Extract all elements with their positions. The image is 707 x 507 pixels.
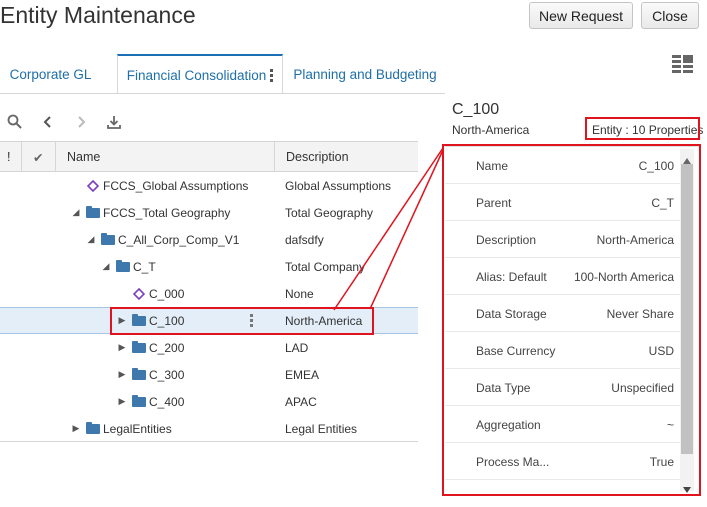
tab-corporate-gl[interactable]: Corporate GL <box>0 54 101 94</box>
row-name: C_000 <box>149 286 185 301</box>
folder-icon <box>132 367 146 380</box>
flag-column-header[interactable]: ! <box>7 142 10 172</box>
collapsed-triangle-icon[interactable]: ▶ <box>117 369 127 380</box>
annotation-connector-lines <box>333 147 444 311</box>
member-diamond-icon <box>132 287 146 300</box>
download-icon[interactable] <box>103 110 125 134</box>
tabs-divider <box>0 93 445 94</box>
selected-entity-description: North-America <box>452 123 530 137</box>
tree-row[interactable]: ▶ C_300 EMEA <box>0 361 418 388</box>
page-title: Entity Maintenance <box>0 2 196 28</box>
annotation-box-properties-panel <box>442 144 701 496</box>
row-name: C_T <box>133 259 156 274</box>
row-description: EMEA <box>285 367 320 382</box>
column-divider <box>274 142 275 172</box>
row-name: C_200 <box>149 340 185 355</box>
column-divider <box>21 142 22 172</box>
row-description: Legal Entities <box>285 421 358 436</box>
row-name: C_All_Corp_Comp_V1 <box>118 232 240 247</box>
tab-menu-icon[interactable] <box>270 68 274 82</box>
selected-entity-name: C_100 <box>452 101 500 118</box>
tab-label: Planning and Budgeting <box>293 66 437 82</box>
row-description: APAC <box>285 394 317 409</box>
tree-row[interactable]: ▶ C_200 LAD <box>0 334 418 361</box>
collapsed-triangle-icon[interactable]: ▶ <box>71 423 81 434</box>
folder-icon <box>101 232 115 245</box>
row-description: LAD <box>285 340 309 355</box>
tree-row[interactable]: ▶ C_400 APAC <box>0 388 418 415</box>
row-name: C_400 <box>149 394 185 409</box>
folder-icon <box>132 340 146 353</box>
close-button[interactable]: Close <box>641 2 699 29</box>
tab-financial-consolidation[interactable]: Financial Consolidation <box>117 54 283 94</box>
folder-icon <box>86 421 100 434</box>
folder-icon <box>116 259 130 272</box>
expanded-triangle-icon[interactable]: ◢ <box>71 207 81 218</box>
search-icon[interactable] <box>4 110 26 134</box>
back-icon[interactable] <box>37 110 59 134</box>
tab-planning-and-budgeting[interactable]: Planning and Budgeting <box>287 54 443 94</box>
row-name: FCCS_Global Assumptions <box>103 178 249 193</box>
check-column-header[interactable]: ✔ <box>33 142 43 172</box>
expanded-triangle-icon[interactable]: ◢ <box>101 261 111 272</box>
column-divider <box>55 142 56 172</box>
grid-bottom-border <box>0 441 418 442</box>
row-name: FCCS_Total Geography <box>103 205 231 220</box>
folder-icon <box>132 394 146 407</box>
name-column-header[interactable]: Name <box>67 142 100 172</box>
row-name: LegalEntities <box>103 421 172 436</box>
tab-label: Corporate GL <box>9 66 92 82</box>
folder-icon <box>86 205 100 218</box>
row-name: C_300 <box>149 367 185 382</box>
new-request-button[interactable]: New Request <box>529 2 633 29</box>
collapsed-triangle-icon[interactable]: ▶ <box>117 342 127 353</box>
collapsed-triangle-icon[interactable]: ▶ <box>117 396 127 407</box>
row-description: dafsdfy <box>285 232 324 247</box>
expanded-triangle-icon[interactable]: ◢ <box>86 234 96 245</box>
member-diamond-icon <box>86 179 100 192</box>
tab-label: Financial Consolidation <box>126 67 267 83</box>
tree-row[interactable]: ▶ LegalEntities Legal Entities <box>0 415 418 442</box>
row-description: None <box>285 286 314 301</box>
layout-toggle-icon[interactable] <box>672 55 693 74</box>
forward-icon[interactable] <box>70 110 92 134</box>
annotation-box-property-count <box>585 117 700 140</box>
